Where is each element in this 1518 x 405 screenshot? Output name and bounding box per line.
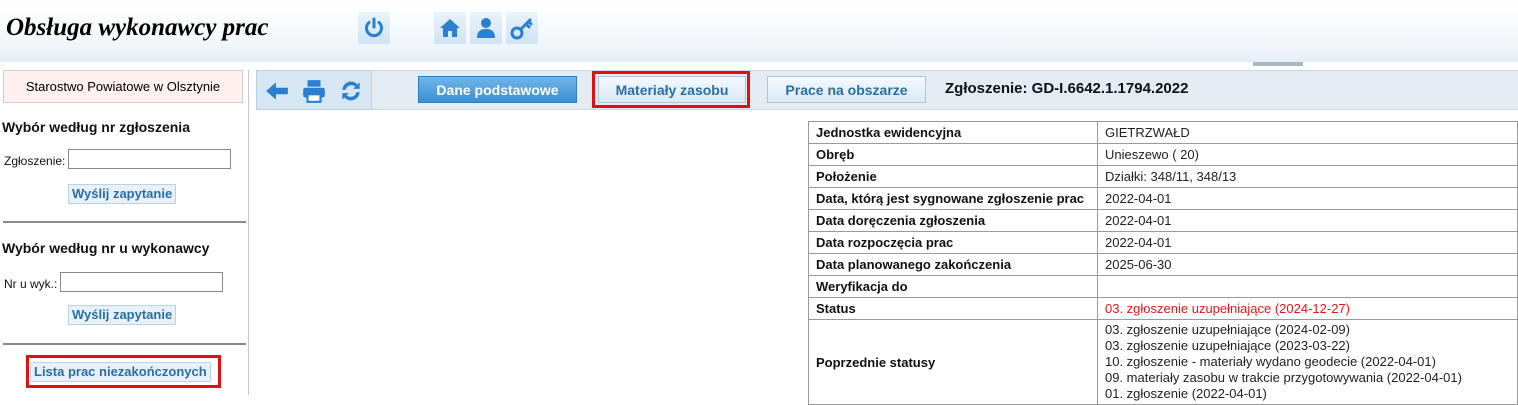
toolbar-icon-group <box>256 70 372 110</box>
highlight-box <box>592 71 750 108</box>
power-icon[interactable] <box>358 12 390 44</box>
table-row: Weryfikacja do <box>808 275 1518 298</box>
row-key: Data rozpoczęcia prac <box>808 231 1098 254</box>
print-icon[interactable] <box>299 76 329 106</box>
home-icon[interactable] <box>434 12 466 44</box>
highlight-box <box>26 355 221 388</box>
row-value: Unieszewo ( 20) <box>1097 143 1518 166</box>
previous-statuses-list: 03. zgłoszenie uzupełniające (2024-02-09… <box>1097 319 1518 405</box>
contractor-no-label: Nr u wyk.: <box>4 277 58 291</box>
row-key: Weryfikacja do <box>808 275 1098 298</box>
refresh-icon[interactable] <box>336 76 366 106</box>
row-value <box>1097 275 1518 298</box>
divider <box>3 221 246 223</box>
table-row: Status 03. zgłoszenie uzupełniające (2024… <box>808 297 1518 320</box>
submission-number: Zgłoszenie: GD-I.6642.1.1794.2022 <box>945 80 1189 97</box>
contractor-no-input[interactable] <box>60 272 223 292</box>
row-key: Jednostka ewidencyjna <box>808 121 1098 144</box>
left-panel: Starostwo Powiatowe w Olsztynie Wybór we… <box>0 70 249 395</box>
table-row: Data planowanego zakończenia 2025-06-30 <box>808 253 1518 276</box>
row-value: Działki: 348/11, 348/13 <box>1097 165 1518 188</box>
row-key: Data, którą jest sygnowane zgłoszenie pr… <box>808 187 1098 210</box>
tab-basic-data[interactable]: Dane podstawowe <box>418 76 577 103</box>
details-table: Jednostka ewidencyjna GIETRZWAŁD Obręb Uni… <box>808 121 1518 405</box>
table-row: Poprzednie statusy 03. zgłoszenie uzupeł… <box>808 319 1518 405</box>
section-title-contractor: Wybór według nr u wykonawcy <box>2 240 210 256</box>
user-icon[interactable] <box>470 12 502 44</box>
divider <box>3 343 246 345</box>
previous-status-item: 09. materiały zasobu w trakcie przygotow… <box>1105 370 1462 385</box>
row-value: 2022-04-01 <box>1097 209 1518 232</box>
row-key: Data planowanego zakończenia <box>808 253 1098 276</box>
row-value: 2022-04-01 <box>1097 231 1518 254</box>
previous-status-item: 01. zgłoszenie (2022-04-01) <box>1105 386 1267 401</box>
table-row: Data, którą jest sygnowane zgłoszenie pr… <box>808 187 1518 210</box>
send-query-button-1[interactable]: Wyślij zapytanie <box>68 184 177 204</box>
submission-input[interactable] <box>68 149 231 169</box>
row-value: 2025-06-30 <box>1097 253 1518 276</box>
row-key: Położenie <box>808 165 1098 188</box>
row-key: Obręb <box>808 143 1098 166</box>
previous-status-item: 03. zgłoszenie uzupełniające (2023-03-22… <box>1105 338 1350 353</box>
previous-status-item: 03. zgłoszenie uzupełniające (2024-02-09… <box>1105 322 1350 337</box>
status-value: 03. zgłoszenie uzupełniające (2024-12-27… <box>1097 297 1518 320</box>
table-row: Obręb Unieszewo ( 20) <box>808 143 1518 166</box>
table-row: Jednostka ewidencyjna GIETRZWAŁD <box>808 121 1518 144</box>
send-query-button-2[interactable]: Wyślij zapytanie <box>68 305 177 325</box>
app-title: Obsługa wykonawcy prac <box>6 14 269 41</box>
row-value: GIETRZWAŁD <box>1097 121 1518 144</box>
status-key: Status <box>808 297 1098 320</box>
tab-works-in-area[interactable]: Prace na obszarze <box>767 76 926 103</box>
table-row: Położenie Działki: 348/11, 348/13 <box>808 165 1518 188</box>
submission-label: Zgłoszenie: <box>4 154 66 168</box>
row-value: 2022-04-01 <box>1097 187 1518 210</box>
row-key: Data doręczenia zgłoszenia <box>808 209 1098 232</box>
previous-statuses-key: Poprzednie statusy <box>808 319 1098 405</box>
table-row: Data rozpoczęcia prac 2022-04-01 <box>808 231 1518 254</box>
table-row: Data doręczenia zgłoszenia 2022-04-01 <box>808 209 1518 232</box>
section-title-submission: Wybór według nr zgłoszenia <box>2 119 190 135</box>
back-arrow-icon[interactable] <box>262 76 292 106</box>
previous-status-item: 10. zgłoszenie - materiały wydano geodec… <box>1105 354 1436 369</box>
header-handle <box>1253 62 1303 66</box>
key-icon[interactable] <box>506 12 538 44</box>
app-header: Obsługa wykonawcy prac <box>0 0 1518 62</box>
office-label: Starostwo Powiatowe w Olsztynie <box>3 70 243 103</box>
